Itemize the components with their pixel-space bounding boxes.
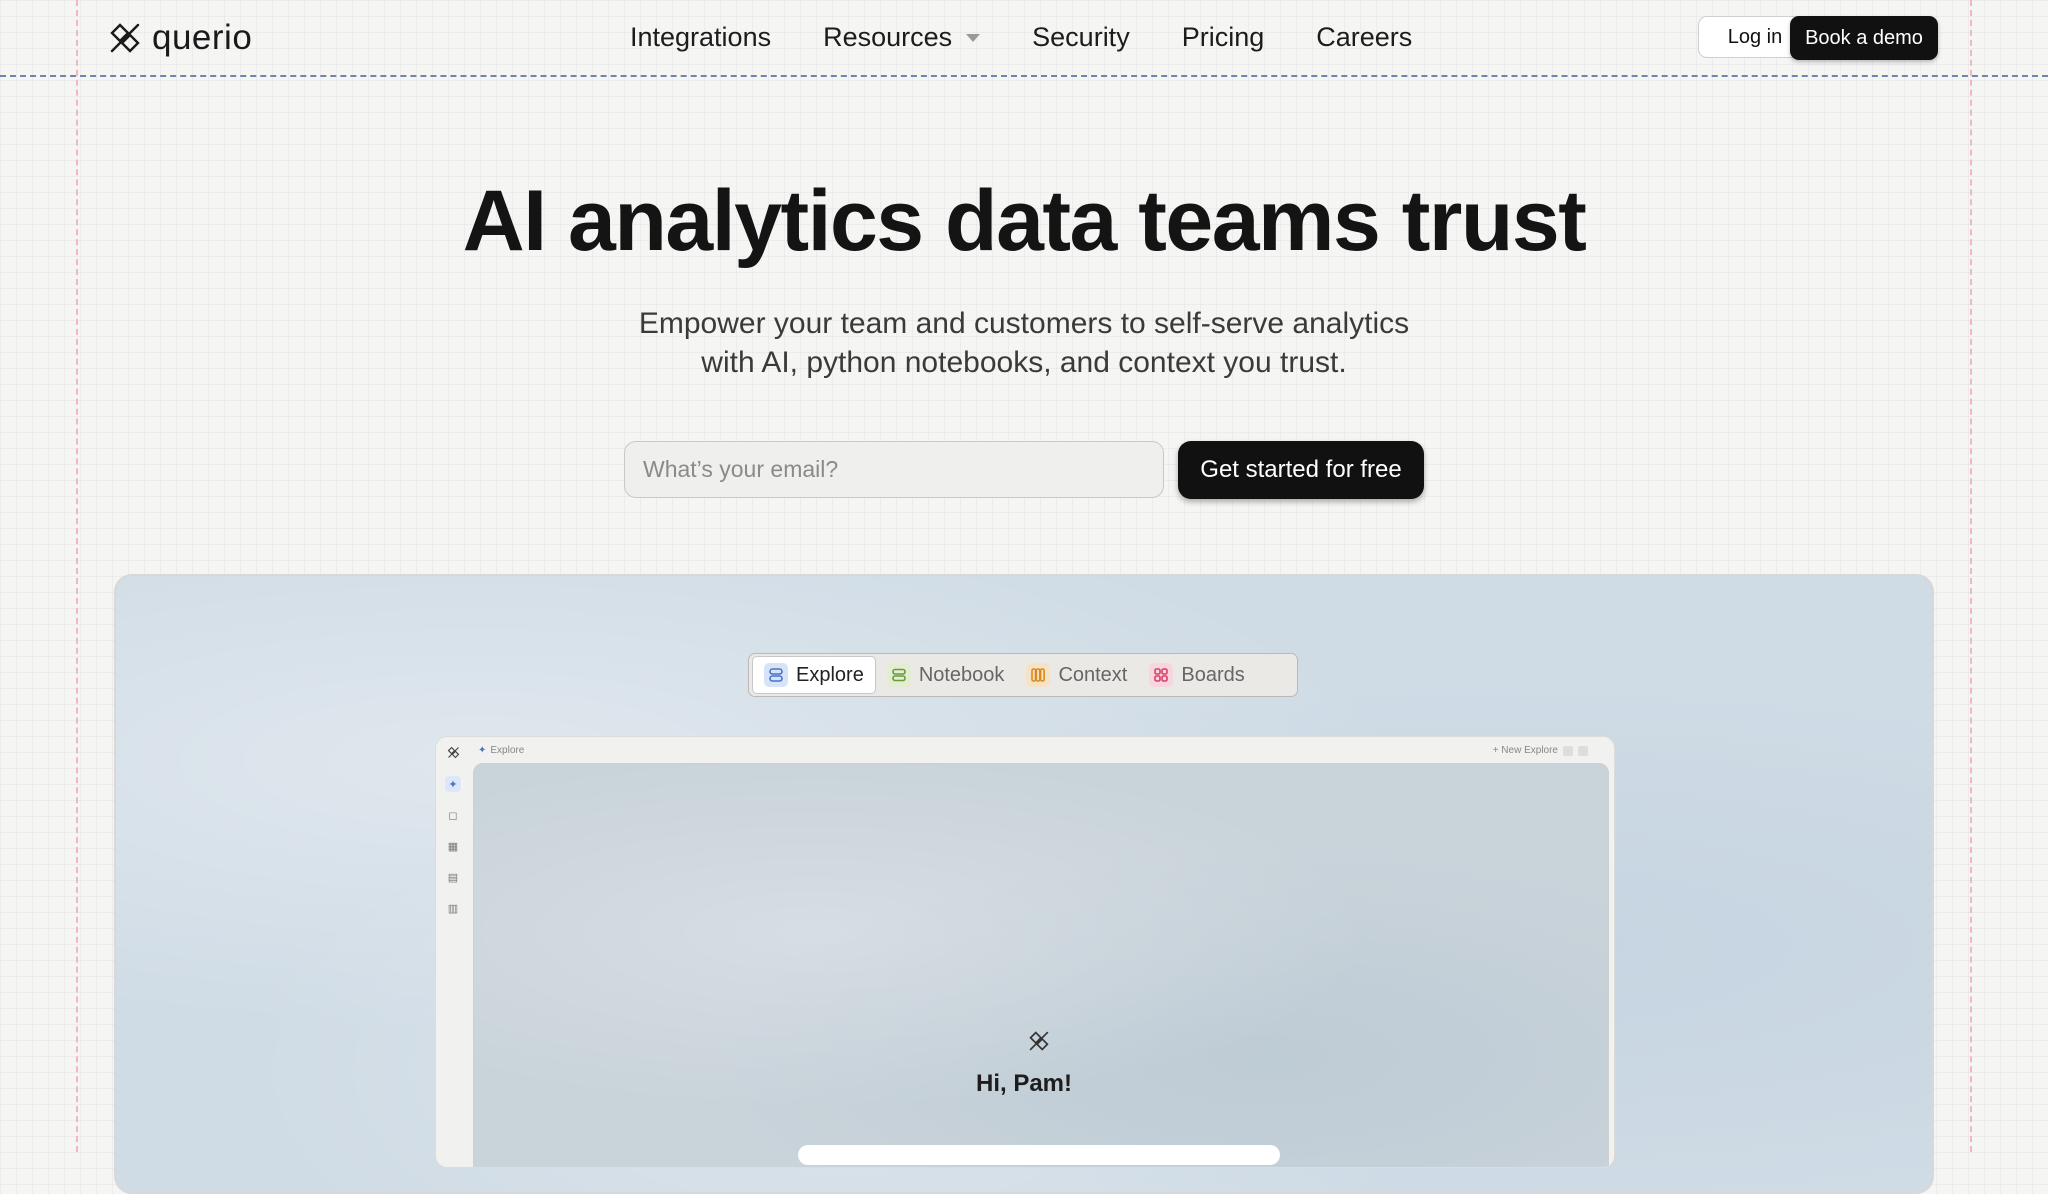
- tab-label: Explore: [796, 663, 864, 686]
- new-explore-label: + New Explore: [1492, 745, 1558, 756]
- site-header: querio Integrations Resources Security P…: [0, 0, 2048, 76]
- panel-icon[interactable]: [1563, 745, 1573, 756]
- email-input[interactable]: [624, 441, 1164, 498]
- nav-label: Integrations: [630, 22, 772, 52]
- chat-input-box[interactable]: [798, 1145, 1280, 1165]
- app-breadcrumb: ✦ Explore: [478, 745, 524, 756]
- new-explore-control[interactable]: + New Explore: [1493, 745, 1588, 756]
- explore-nav-icon[interactable]: ✦: [445, 776, 461, 792]
- nav-integrations[interactable]: Integrations: [630, 22, 771, 53]
- boards-nav-icon[interactable]: ▦: [445, 838, 461, 854]
- tab-label: Notebook: [918, 663, 1005, 686]
- brand-name: querio: [152, 18, 253, 57]
- bookmark-icon[interactable]: ◻: [445, 807, 461, 823]
- app-topbar: ✦ Explore + New Explore: [436, 737, 1614, 763]
- app-preview-window: ✦ ◻ ▦ ▤ ▥ ✦ Explore + New Explore: [435, 736, 1615, 1168]
- nav-pricing[interactable]: Pricing: [1182, 22, 1265, 53]
- querio-logo-icon: [110, 23, 140, 53]
- context-icon: [1026, 663, 1051, 687]
- main-nav: Integrations Resources Security Pricing …: [630, 22, 1464, 53]
- app-canvas: [473, 763, 1609, 1167]
- tab-label: Boards: [1181, 663, 1245, 686]
- book-demo-button[interactable]: Book a demo: [1790, 16, 1938, 60]
- nav-label: Security: [1032, 22, 1130, 52]
- tab-boards[interactable]: Boards: [1138, 657, 1255, 693]
- tab-notebook[interactable]: Notebook: [876, 657, 1016, 693]
- boards-icon: [1149, 663, 1174, 687]
- explore-small-icon: ✦: [478, 745, 487, 756]
- nav-careers[interactable]: Careers: [1316, 22, 1412, 53]
- tab-label: Context: [1058, 663, 1128, 686]
- hero-subtitle-line-1: Empower your team and customers to self-…: [638, 307, 1410, 340]
- greeting-text: Hi, Pam!: [975, 1070, 1073, 1097]
- app-sidebar: ✦ ◻ ▦ ▤ ▥: [436, 737, 470, 1167]
- nav-resources[interactable]: Resources: [823, 22, 981, 53]
- nav-label: Careers: [1316, 22, 1413, 52]
- chevron-down-icon: [966, 33, 981, 42]
- nav-label: Pricing: [1181, 22, 1265, 52]
- get-started-button[interactable]: Get started for free: [1178, 441, 1424, 499]
- brand-logo[interactable]: querio: [108, 18, 252, 58]
- hero-title: AI analytics data teams trust: [462, 173, 1587, 269]
- notebook-icon: [886, 663, 911, 687]
- hero-subtitle: Empower your team and customers to self-…: [0, 304, 2048, 382]
- hero-subtitle-line-2: with AI, python notebooks, and context y…: [701, 346, 1347, 379]
- library-icon[interactable]: ▥: [445, 900, 461, 916]
- explore-icon: [764, 663, 788, 687]
- breadcrumb-label: Explore: [490, 745, 525, 756]
- nav-security[interactable]: Security: [1032, 22, 1130, 53]
- nav-label: Resources: [823, 22, 953, 52]
- product-tabs: Explore Notebook Context Boards: [748, 653, 1298, 697]
- greeting-logo-icon: [1029, 1031, 1049, 1051]
- tab-context[interactable]: Context: [1015, 657, 1138, 693]
- tab-explore[interactable]: Explore: [752, 656, 876, 694]
- notebook-nav-icon[interactable]: ▤: [445, 869, 461, 885]
- more-icon[interactable]: [1578, 745, 1588, 756]
